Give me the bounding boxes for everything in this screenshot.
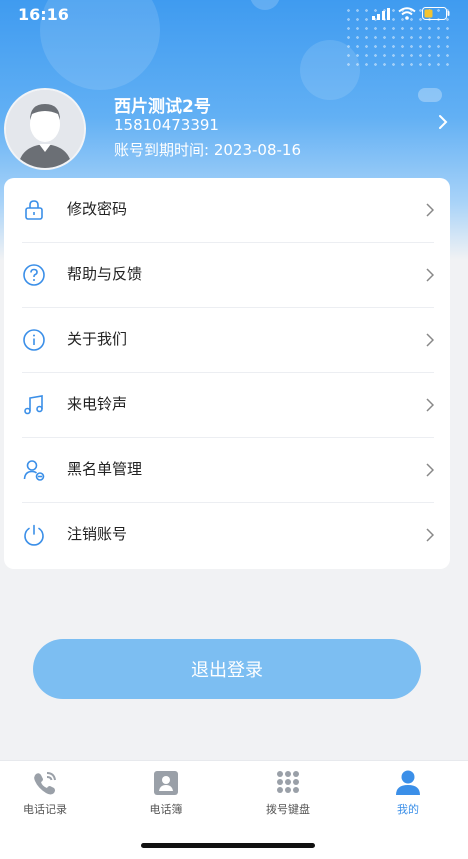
dialpad-icon [277,771,299,793]
tab-label: 电话记录 [23,803,67,816]
menu-item-label: 黑名单管理 [67,460,143,478]
menu-item-label: 来电铃声 [67,395,128,413]
menu-item-blacklist[interactable]: 黑名单管理 [4,438,450,503]
settings-menu-card: 修改密码 帮助与反馈 关于我们 来电铃声 黑名单管理 注销账号 [4,178,450,569]
tab-label: 我的 [397,803,419,816]
menu-item-about-us[interactable]: 关于我们 [4,308,450,373]
tab-label: 拨号键盘 [266,803,310,816]
chevron-right-icon [426,398,434,412]
logout-button[interactable]: 退出登录 [33,639,421,699]
tab-call-log[interactable]: 电话记录 [0,769,95,825]
user-block-icon [23,460,45,481]
chevron-right-icon [426,333,434,347]
chevron-right-icon [426,528,434,542]
tab-phonebook[interactable]: 电话簿 [116,769,216,825]
menu-item-label: 注销账号 [67,525,128,543]
menu-item-label: 帮助与反馈 [67,265,143,283]
tab-dialpad[interactable]: 拨号键盘 [238,769,338,825]
status-time: 16:16 [18,5,69,24]
tab-mine[interactable]: 我的 [358,769,458,825]
signal-icon [372,7,390,20]
menu-item-change-password[interactable]: 修改密码 [4,178,450,243]
default-avatar-icon [6,90,84,168]
profile-phone: 15810473391 [114,116,219,134]
home-indicator [141,843,315,848]
menu-item-label: 关于我们 [67,330,128,348]
question-circle-icon [23,264,45,286]
chevron-right-icon [426,268,434,282]
tab-label: 电话簿 [149,803,183,816]
chevron-right-icon [426,463,434,477]
profile-chevron-right-icon[interactable] [438,114,448,130]
user-profile-icon [396,770,420,795]
menu-item-deactivate-account[interactable]: 注销账号 [4,503,450,568]
power-icon [24,524,44,546]
decor-bubble [418,88,442,102]
menu-item-help-feedback[interactable]: 帮助与反馈 [4,243,450,308]
music-note-icon [24,395,43,415]
chevron-right-icon [426,203,434,217]
lock-icon [25,200,43,220]
wifi-icon [398,7,416,20]
battery-icon [422,7,450,20]
phone-call-icon [34,772,56,795]
profile-expire-date: 账号到期时间: 2023-08-16 [114,141,301,159]
avatar[interactable] [4,88,86,170]
status-bar: 16:16 [0,0,468,30]
menu-item-ringtone[interactable]: 来电铃声 [4,373,450,438]
contacts-book-icon [154,771,178,795]
profile-name: 西片测试2号 [114,97,211,117]
status-icons [372,7,450,20]
info-circle-icon [23,329,45,351]
menu-item-label: 修改密码 [67,200,128,218]
